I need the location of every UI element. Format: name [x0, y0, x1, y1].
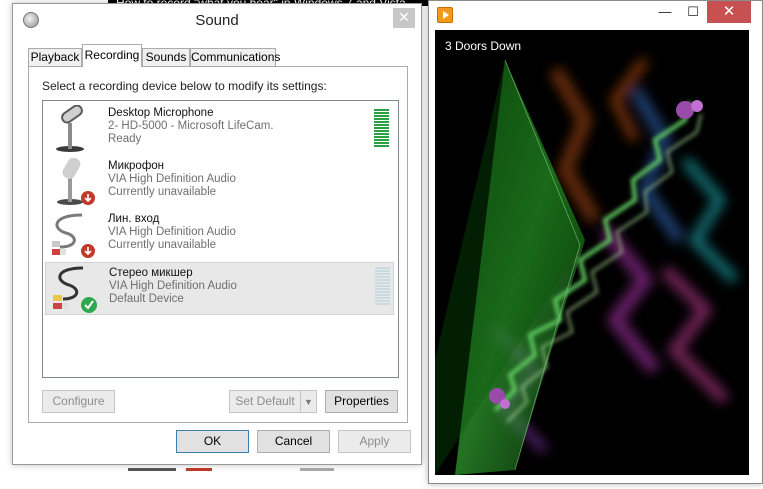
visualization[interactable]: 3 Doors Down: [435, 30, 749, 475]
tab-sounds[interactable]: Sounds: [142, 48, 190, 66]
meter-segment: [374, 136, 389, 138]
ok-button[interactable]: OK: [176, 430, 249, 453]
meter-segment: [374, 130, 389, 132]
close-button[interactable]: ✕: [393, 8, 415, 28]
meter-segment: [375, 294, 390, 296]
list-item[interactable]: Стерео микшер VIA High Definition Audio …: [45, 262, 394, 315]
close-button[interactable]: ✕: [707, 1, 751, 23]
background-thumbnail: [186, 468, 212, 476]
level-meter: [374, 109, 389, 148]
meter-segment: [374, 115, 389, 117]
media-player-icon: [437, 7, 453, 23]
recording-panel: Select a recording device below to modif…: [28, 66, 408, 423]
sound-dialog: Sound ✕ Playback Recording Sounds Commun…: [12, 3, 422, 465]
meter-segment: [375, 279, 390, 281]
meter-segment: [374, 142, 389, 144]
device-status: Currently unavailable: [108, 239, 217, 251]
tab-playback[interactable]: Playback: [28, 48, 82, 66]
list-item[interactable]: Микрофон VIA High Definition Audio Curre…: [45, 156, 394, 209]
tab-recording[interactable]: Recording: [82, 44, 142, 67]
meter-segment: [374, 133, 389, 135]
apply-button[interactable]: Apply: [338, 430, 411, 453]
meter-segment: [375, 267, 390, 269]
device-driver: VIA High Definition Audio: [109, 280, 237, 292]
meter-segment: [375, 282, 390, 284]
meter-segment: [375, 300, 390, 302]
background-thumbnail: [300, 468, 334, 476]
device-text: Микрофон VIA High Definition Audio Curre…: [108, 160, 236, 199]
sound-titlebar[interactable]: Sound ✕: [13, 4, 421, 36]
stereo-mix-default-icon: [53, 266, 97, 313]
level-meter: [375, 267, 390, 306]
tab-communications[interactable]: Communications: [190, 48, 280, 66]
desktop-microphone-icon: [56, 105, 84, 152]
instruction-text: Select a recording device below to modif…: [42, 79, 327, 93]
microphone-unavailable-icon: [57, 158, 95, 205]
now-playing-title: 3 Doors Down: [445, 39, 522, 53]
device-status: Currently unavailable: [108, 186, 217, 198]
list-item[interactable]: Лин. вход VIA High Definition Audio Curr…: [45, 209, 394, 262]
meter-segment: [375, 297, 390, 299]
device-status: Default Device: [109, 293, 184, 305]
chevron-down-icon: ▼: [304, 397, 313, 407]
cancel-button[interactable]: Cancel: [257, 430, 330, 453]
background-thumbnail: [128, 468, 176, 476]
device-text: Стерео микшер VIA High Definition Audio …: [109, 267, 237, 306]
meter-segment: [375, 273, 390, 275]
dialog-title: Sound: [195, 12, 239, 29]
meter-segment: [374, 109, 389, 111]
device-name: Desktop Microphone: [108, 107, 214, 119]
device-driver: VIA High Definition Audio: [108, 226, 236, 238]
device-name: Лин. вход: [108, 213, 160, 225]
line-in-cable-unavailable-icon: [52, 213, 95, 258]
meter-segment: [374, 139, 389, 141]
meter-segment: [375, 288, 390, 290]
device-driver: 2- HD-5000 - Microsoft LifeCam.: [108, 120, 274, 132]
device-status: Ready: [108, 133, 142, 145]
set-default-button[interactable]: Set Default: [229, 390, 301, 413]
meter-segment: [375, 285, 390, 287]
set-default-dropdown[interactable]: ▼: [300, 390, 317, 413]
meter-segment: [375, 276, 390, 278]
meter-segment: [375, 303, 390, 305]
device-list[interactable]: Desktop Microphone 2- HD-5000 - Microsof…: [42, 100, 399, 378]
properties-button[interactable]: Properties: [325, 390, 398, 413]
list-item[interactable]: Desktop Microphone 2- HD-5000 - Microsof…: [45, 103, 394, 156]
meter-segment: [374, 121, 389, 123]
maximize-button[interactable]: ☐: [679, 1, 707, 23]
device-name: Стерео микшер: [109, 267, 193, 279]
device-name: Микрофон: [108, 160, 165, 172]
meter-segment: [374, 127, 389, 129]
meter-segment: [374, 124, 389, 126]
meter-segment: [374, 112, 389, 114]
visualizer-graphic: [435, 57, 739, 475]
device-driver: VIA High Definition Audio: [108, 173, 236, 185]
meter-segment: [375, 270, 390, 272]
meter-segment: [374, 145, 389, 147]
media-player-window: — ☐ ✕ 3 Doors Down: [428, 0, 763, 484]
meter-segment: [374, 118, 389, 120]
device-text: Лин. вход VIA High Definition Audio Curr…: [108, 213, 236, 252]
device-text: Desktop Microphone 2- HD-5000 - Microsof…: [108, 107, 274, 146]
configure-button[interactable]: Configure: [42, 390, 115, 413]
meter-segment: [375, 291, 390, 293]
minimize-button[interactable]: —: [651, 1, 679, 23]
